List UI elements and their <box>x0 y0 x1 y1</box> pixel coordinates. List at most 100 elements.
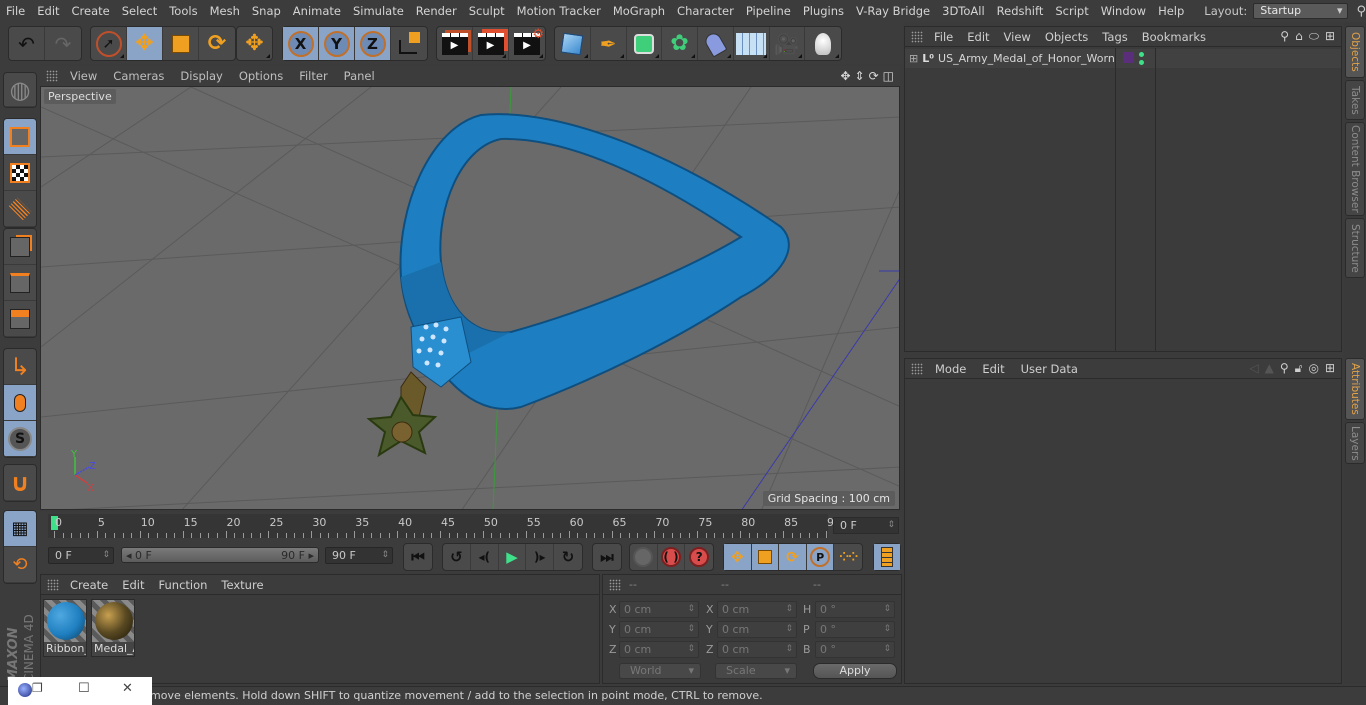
timeline-ruler[interactable]: 051015202530354045505560657075808590 <box>48 514 841 538</box>
y-axis-lock-button[interactable]: Y <box>319 27 355 60</box>
om-menu-bookmarks[interactable]: Bookmarks <box>1135 30 1213 44</box>
render-settings-button[interactable]: ▶ ⚙ <box>509 27 545 60</box>
menu-animate[interactable]: Animate <box>287 4 347 18</box>
panel-grip-icon[interactable] <box>609 578 621 591</box>
pan-icon[interactable]: ✥ <box>840 69 850 83</box>
tweak-mode-button[interactable] <box>4 385 36 421</box>
coordinate-mode-dropdown[interactable]: Scale <box>715 663 797 679</box>
pos-x-field[interactable]: 0 cm <box>619 601 699 618</box>
om-menu-view[interactable]: View <box>997 30 1038 44</box>
motion-record-button[interactable] <box>630 544 658 570</box>
menu-character[interactable]: Character <box>671 4 740 18</box>
mm-menu-create[interactable]: Create <box>63 578 115 592</box>
key-parameter-button[interactable]: P <box>806 544 835 570</box>
am-menu-edit[interactable]: Edit <box>974 362 1012 376</box>
workplane-mode-button[interactable] <box>4 191 36 227</box>
mm-menu-function[interactable]: Function <box>152 578 215 592</box>
viewport-menu-options[interactable]: Options <box>231 69 291 83</box>
size-z-field[interactable]: 0 cm <box>717 641 797 658</box>
object-row[interactable]: ⊞ L⁰ US_Army_Medal_of_Honor_Worn <box>905 49 1341 68</box>
add-camera-button[interactable]: 🎥 <box>770 27 806 60</box>
search-icon[interactable]: ⚲ <box>1280 361 1289 376</box>
menu-redshift[interactable]: Redshift <box>991 4 1050 18</box>
workplane-lock-button[interactable]: ▦ <box>4 511 36 547</box>
menu-snap[interactable]: Snap <box>246 4 287 18</box>
maximize-icon[interactable]: ☐ <box>78 681 90 696</box>
texture-mode-button[interactable] <box>4 155 36 191</box>
render-view-button[interactable]: ▶ <box>437 27 473 60</box>
menu-edit[interactable]: Edit <box>31 4 65 18</box>
editor-visibility-dot[interactable] <box>1139 52 1144 57</box>
tab-layers[interactable]: Layers <box>1345 422 1365 464</box>
menu-mesh[interactable]: Mesh <box>204 4 246 18</box>
goto-start-button[interactable]: ⏮ <box>404 544 432 570</box>
key-pla-button[interactable]: ⁘⁘ <box>834 544 862 570</box>
viewport-menu-view[interactable]: View <box>62 69 105 83</box>
menu-create[interactable]: Create <box>66 4 116 18</box>
current-frame-field[interactable]: 0 F <box>833 517 899 534</box>
orbit-icon[interactable]: ⟳ <box>869 69 879 83</box>
new-panel-icon[interactable]: ⊞ <box>1325 361 1335 376</box>
add-cube-button[interactable] <box>555 27 591 60</box>
zoom-view-icon[interactable]: ⇕ <box>855 69 865 83</box>
model-mode-button[interactable] <box>4 119 36 155</box>
menu-tools[interactable]: Tools <box>163 4 203 18</box>
toggle-layout-icon[interactable]: ◫ <box>883 69 894 83</box>
menu-render[interactable]: Render <box>410 4 463 18</box>
search-icon[interactable]: ⚲ <box>1356 4 1366 19</box>
lock-icon[interactable]: 🔓︎ <box>1295 361 1303 376</box>
viewport-menu-cameras[interactable]: Cameras <box>105 69 172 83</box>
material-ribbon[interactable]: Ribbon_ <box>43 599 87 657</box>
panel-grip-icon[interactable] <box>47 578 59 591</box>
menu-select[interactable]: Select <box>116 4 163 18</box>
layer-color-swatch[interactable] <box>1123 52 1134 63</box>
expand-icon[interactable]: ⊞ <box>909 52 918 65</box>
om-menu-edit[interactable]: Edit <box>960 30 996 44</box>
axis-mode-button[interactable]: ↳ <box>4 349 36 385</box>
autokey-button[interactable]: ? <box>685 544 713 570</box>
redo-button[interactable]: ↷ <box>45 27 81 60</box>
menu-pipeline[interactable]: Pipeline <box>740 4 797 18</box>
layout-dropdown[interactable]: Startup <box>1253 3 1349 19</box>
viewport-menu-filter[interactable]: Filter <box>291 69 335 83</box>
menu-motion-tracker[interactable]: Motion Tracker <box>511 4 607 18</box>
next-key-button[interactable]: ↻ <box>554 544 582 570</box>
panel-grip-icon[interactable] <box>46 70 58 82</box>
pos-y-field[interactable]: 0 cm <box>619 621 699 638</box>
prev-frame-button[interactable]: ◂( <box>471 544 499 570</box>
render-visibility-dot[interactable] <box>1139 60 1144 65</box>
x-axis-lock-button[interactable]: X <box>283 27 319 60</box>
menu-plugins[interactable]: Plugins <box>797 4 850 18</box>
start-frame-field[interactable]: 0 F <box>48 547 114 564</box>
search-icon[interactable]: ⚲ <box>1280 29 1289 44</box>
toggle-icon[interactable]: ⬭ <box>1309 29 1319 44</box>
menu-3dtoall[interactable]: 3DToAll <box>936 4 991 18</box>
menu-script[interactable]: Script <box>1049 4 1094 18</box>
3d-viewport[interactable]: Y Z X Perspective Grid Spacing : 100 cm <box>40 86 900 510</box>
object-name[interactable]: US_Army_Medal_of_Honor_Worn <box>938 52 1115 65</box>
close-icon[interactable]: ✕ <box>122 681 133 696</box>
key-position-button[interactable]: ✥ <box>724 544 752 570</box>
z-axis-lock-button[interactable]: Z <box>355 27 391 60</box>
pos-z-field[interactable]: 0 cm <box>619 641 699 658</box>
solo-button[interactable]: S <box>4 421 36 457</box>
tab-structure[interactable]: Structure <box>1345 218 1365 278</box>
om-menu-objects[interactable]: Objects <box>1038 30 1095 44</box>
apply-button[interactable]: Apply <box>813 663 897 679</box>
timeline-window-button[interactable] <box>874 544 900 570</box>
preview-range-slider[interactable]: ◂ 0 F 90 F ▸ <box>121 547 319 563</box>
tab-content-browser[interactable]: Content Browser <box>1345 122 1365 216</box>
prev-key-button[interactable]: ↺ <box>443 544 471 570</box>
mm-menu-texture[interactable]: Texture <box>214 578 270 592</box>
size-y-field[interactable]: 0 cm <box>717 621 797 638</box>
camera-label[interactable]: Perspective <box>44 89 116 104</box>
rotate-tool-button[interactable]: ⟳ <box>199 27 235 60</box>
target-icon[interactable]: ◎ <box>1308 361 1318 376</box>
add-cloner-button[interactable]: ✿ <box>662 27 698 60</box>
viewport-menu-display[interactable]: Display <box>172 69 230 83</box>
next-frame-button[interactable]: )▸ <box>526 544 555 570</box>
add-pen-spline-button[interactable]: ✒ <box>591 27 627 60</box>
coordinate-system-button[interactable] <box>391 27 427 60</box>
key-rotation-button[interactable]: ⟳ <box>779 544 807 570</box>
snap-button[interactable]: ∪ <box>4 465 36 501</box>
